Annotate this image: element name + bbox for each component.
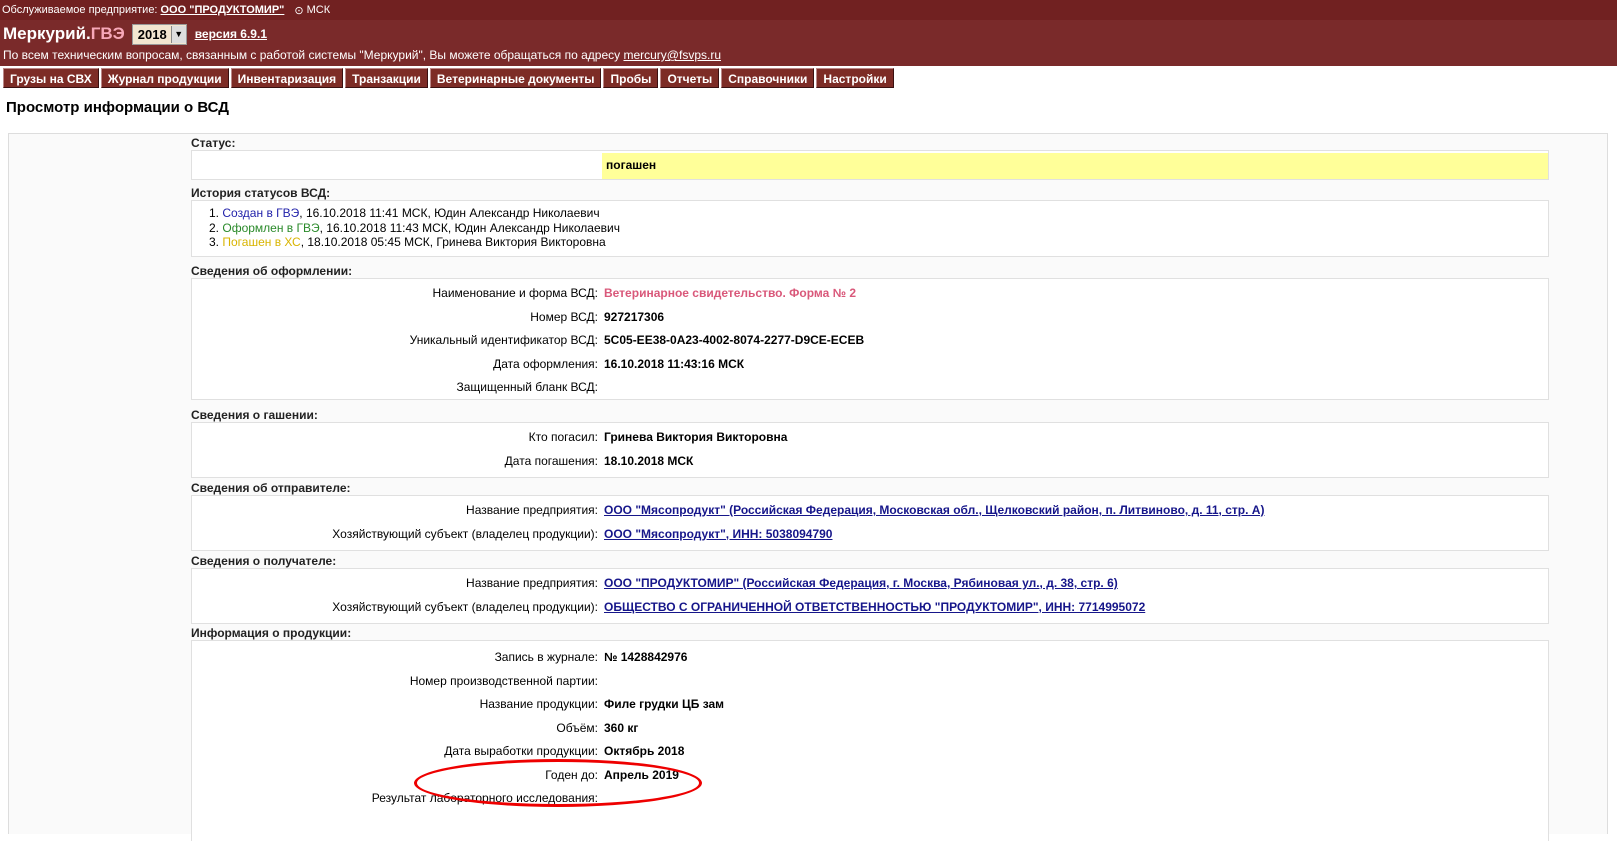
field-row: Номер производственной партии: <box>409 673 598 688</box>
nav-tab-cargo[interactable]: Грузы на СВХ <box>3 68 99 88</box>
field-row: Название предприятия: ООО "Мясопродукт" … <box>466 503 1265 517</box>
field-row: Защищенный бланк ВСД: <box>456 380 598 394</box>
field-row: Уникальный идентификатор ВСД: 5C05-EE38-… <box>192 330 1548 350</box>
page-title: Просмотр информации о ВСД <box>6 99 229 116</box>
product-name-value: Филе грудки ЦБ зам <box>604 697 725 711</box>
vsd-number-value: 927217306 <box>604 309 665 324</box>
sender-owner-link[interactable]: ООО "Мясопродукт", ИНН: 5038094790 <box>604 527 832 541</box>
receiver-enterprise-link[interactable]: ООО "ПРОДУКТОМИР" (Российская Федерация,… <box>604 576 1118 590</box>
annotation-highlight-ellipse <box>414 759 702 807</box>
app-logo-suffix: ГВЭ <box>90 24 125 43</box>
field-row: Кто погасил: Гринева Виктория Викторовна <box>192 427 1548 447</box>
support-email-link[interactable]: mercury@fsvps.ru <box>623 48 721 62</box>
redemption-date-value: 18.10.2018 МСК <box>604 453 694 468</box>
sender-enterprise-link[interactable]: ООО "Мясопродукт" (Российская Федерация,… <box>604 503 1264 517</box>
field-row: Дата выработки продукции: Октябрь 2018 <box>192 741 1548 761</box>
field-row: Номер ВСД: 927217306 <box>192 307 1548 327</box>
nav-tab-references[interactable]: Справочники <box>721 68 815 88</box>
field-row: Наименование и форма ВСД: Ветеринарное с… <box>192 283 1548 303</box>
vsd-form-value: Ветеринарное свидетельство. Форма № 2 <box>604 286 857 300</box>
main-nav: Грузы на СВХ Журнал продукции Инвентариз… <box>0 66 1617 90</box>
sender-box: Название предприятия: ООО "Мясопродукт" … <box>191 495 1549 551</box>
chevron-down-icon[interactable]: ▼ <box>170 25 186 43</box>
product-caption: Информация о продукции: <box>191 626 352 640</box>
field-row: Название продукции: Филе грудки ЦБ зам <box>192 694 1548 714</box>
field-row: Результат лабораторного исследования: <box>371 791 598 805</box>
registration-caption: Сведения об оформлении: <box>191 264 353 278</box>
enterprise-link[interactable]: ООО "ПРОДУКТОМИР" <box>161 4 285 16</box>
nav-tab-transactions[interactable]: Транзакции <box>345 68 428 88</box>
field-row: Годен до: Апрель 2019 <box>192 765 1548 785</box>
history-item: 3. Погашен в ХС, 18.10.2018 05:45 МСК, Г… <box>209 235 606 249</box>
product-box: Запись в журнале: № 1428842976 Номер про… <box>191 640 1549 841</box>
content-panel: Статус: погашен История статусов ВСД: 1.… <box>8 133 1608 841</box>
production-date-value: Октябрь 2018 <box>604 744 685 758</box>
enterprise-label: Обслуживаемое предприятие: <box>2 4 158 16</box>
volume-value: 360 кг <box>604 720 639 735</box>
nav-tab-vet-docs[interactable]: Ветеринарные документы <box>429 68 602 88</box>
nav-tab-samples[interactable]: Пробы <box>603 68 659 88</box>
year-select[interactable]: 2018 ▼ <box>131 23 187 45</box>
receiver-owner-link[interactable]: ОБЩЕСТВО С ОГРАНИЧЕННОЙ ОТВЕТСТВЕННОСТЬЮ… <box>604 600 1145 614</box>
redemption-caption: Сведения о гашении: <box>191 408 318 422</box>
redemption-box: Кто погасил: Гринева Виктория Викторовна… <box>191 422 1549 478</box>
nav-tab-reports[interactable]: Отчеты <box>660 68 720 88</box>
vsd-uuid-value: 5C05-EE38-0A23-4002-8074-2277-D9CE-ECEB <box>604 333 865 347</box>
nav-tab-journal[interactable]: Журнал продукции <box>100 68 229 88</box>
field-row: Дата оформления: 16.10.2018 11:43:16 МСК <box>192 354 1548 374</box>
status-caption: Статус: <box>191 136 236 150</box>
status-cell: погашен <box>602 153 1548 179</box>
history-box: 1. Создан в ГВЭ, 16.10.2018 11:41 МСК, Ю… <box>191 200 1549 257</box>
top-bar: Обслуживаемое предприятие: ООО "ПРОДУКТО… <box>0 0 1617 20</box>
version-link[interactable]: версия 6.9.1 <box>195 27 267 41</box>
support-notice: По всем техническим вопросам, связанным … <box>3 48 1614 62</box>
year-value: 2018 <box>137 26 167 42</box>
journal-entry-value: № 1428842976 <box>604 650 688 664</box>
issue-date-value: 16.10.2018 11:43:16 МСК <box>604 356 745 371</box>
status-badge: погашен <box>606 158 657 172</box>
history-caption: История статусов ВСД: <box>191 186 331 200</box>
sender-caption: Сведения об отправителе: <box>191 481 351 495</box>
receiver-box: Название предприятия: ООО "ПРОДУКТОМИР" … <box>191 568 1549 624</box>
clock-icon: ⊙ <box>294 4 304 17</box>
field-row: Объём: 360 кг <box>192 718 1548 738</box>
field-row: Дата погашения: 18.10.2018 МСК <box>192 451 1548 471</box>
redeemed-by-value: Гринева Виктория Викторовна <box>604 430 788 444</box>
nav-tab-inventory[interactable]: Инвентаризация <box>230 68 344 88</box>
status-box: погашен <box>191 150 1549 180</box>
nav-tab-settings[interactable]: Настройки <box>816 68 894 88</box>
field-row: Хозяйствующий субъект (владелец продукци… <box>332 599 1146 614</box>
support-text: По всем техническим вопросам, связанным … <box>3 48 621 62</box>
registration-box: Наименование и форма ВСД: Ветеринарное с… <box>191 278 1549 400</box>
header: Меркурий. ГВЭ 2018 ▼ версия 6.9.1 По все… <box>0 20 1617 66</box>
field-row: Название предприятия: ООО "ПРОДУКТОМИР" … <box>466 576 1118 590</box>
field-row: Хозяйствующий субъект (владелец продукци… <box>332 526 833 541</box>
receiver-caption: Сведения о получателе: <box>191 554 337 568</box>
history-item: 2. Оформлен в ГВЭ, 16.10.2018 11:43 МСК,… <box>209 220 620 235</box>
timezone-label: МСК <box>306 4 331 16</box>
history-item: 1. Создан в ГВЭ, 16.10.2018 11:41 МСК, Ю… <box>209 206 600 220</box>
app-logo: Меркурий. <box>3 24 91 43</box>
field-row: Запись в журнале: № 1428842976 <box>192 647 1548 667</box>
